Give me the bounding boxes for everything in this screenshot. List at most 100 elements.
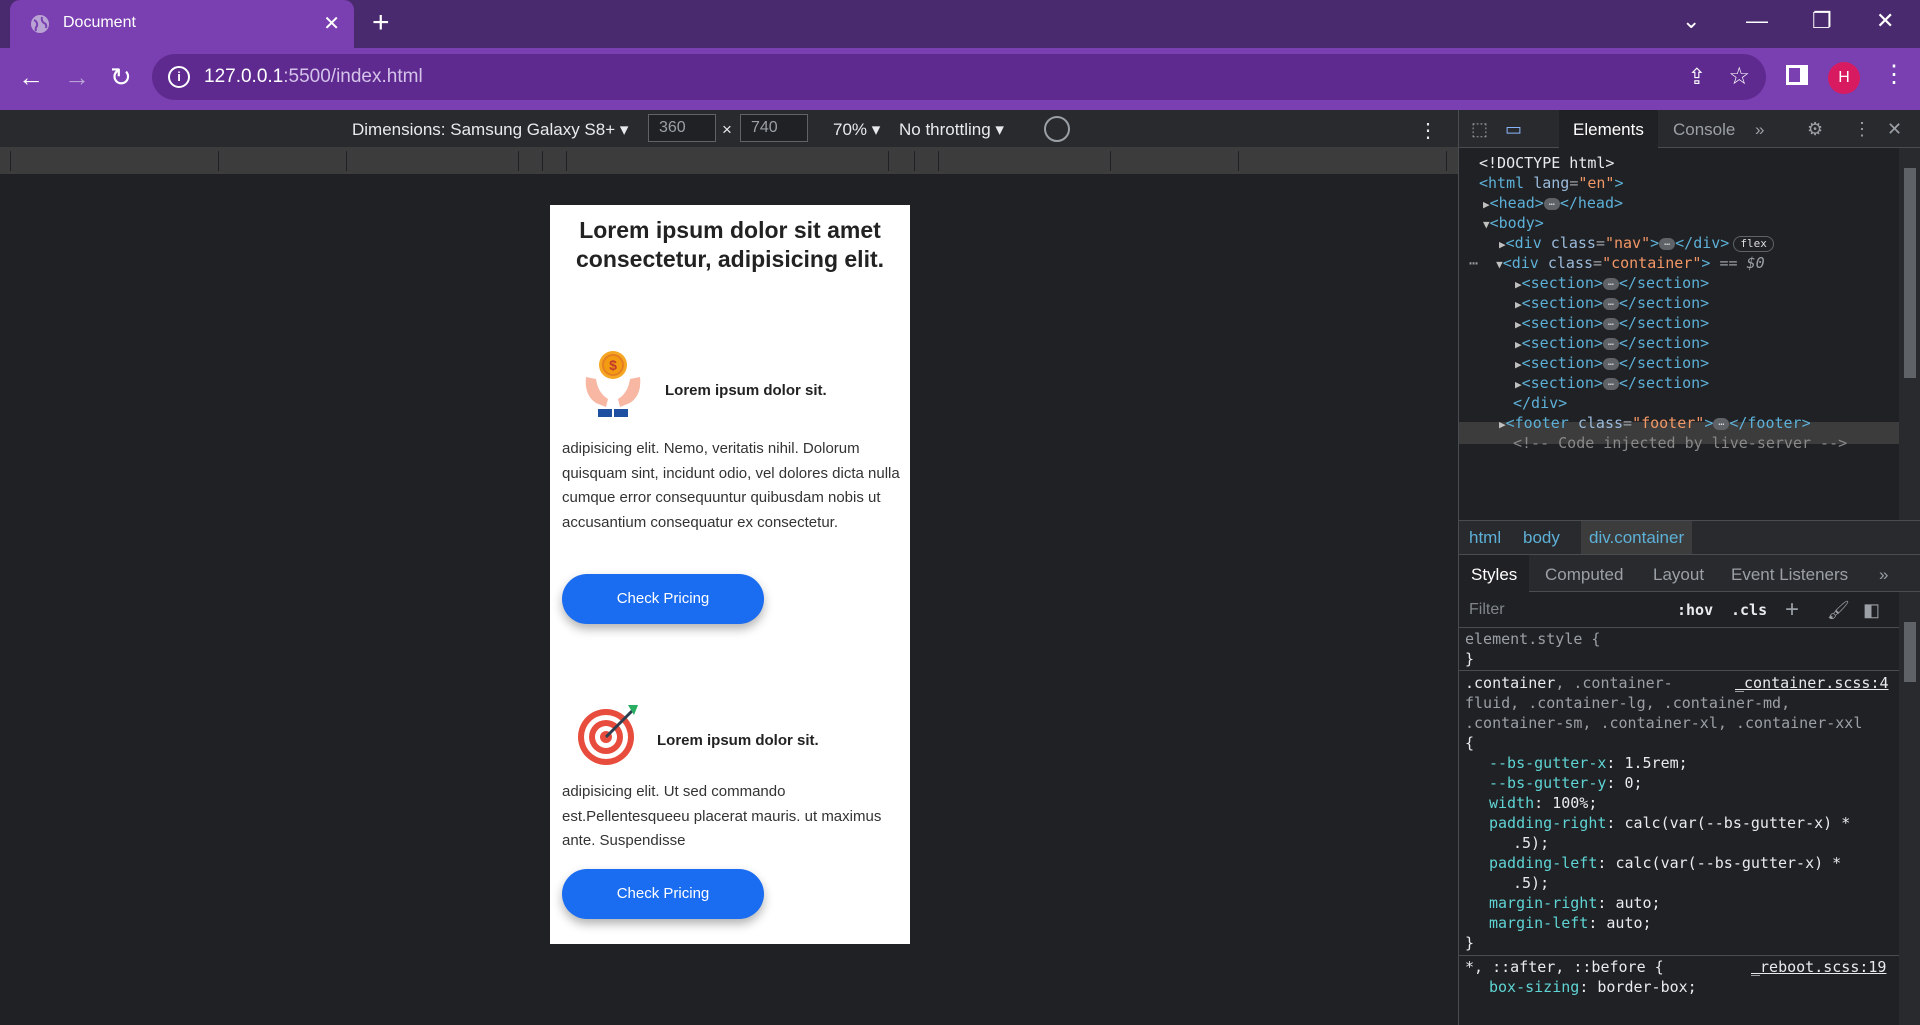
minimize-icon[interactable]: — <box>1746 8 1768 34</box>
throttling-select[interactable]: No throttling ▾ <box>899 120 1004 140</box>
feature-text: adipisicing elit. Ut sed commando est.Pe… <box>562 783 882 849</box>
tab-event-listeners[interactable]: Event Listeners <box>1731 565 1848 585</box>
styles-filter-bar: Filter :hov .cls + 🖌 ◧ <box>1459 592 1899 628</box>
dom-doctype[interactable]: <!DOCTYPE html> <box>1479 154 1614 172</box>
reboot-selector[interactable]: *, ::after, ::before { <box>1465 958 1664 976</box>
style-declaration[interactable]: padding-right: calc(var(--bs-gutter-x) * <box>1489 814 1850 832</box>
site-info-icon[interactable]: i <box>168 66 190 88</box>
styles-scrollbar[interactable] <box>1899 592 1920 1025</box>
dom-section[interactable]: ▶<section>… </section> <box>1515 374 1709 392</box>
tab-console[interactable]: Console <box>1673 120 1735 140</box>
device-toggle-icon[interactable]: ▭ <box>1505 119 1522 140</box>
dom-section[interactable]: ▶<section>… </section> <box>1515 334 1709 352</box>
address-bar[interactable]: i 127.0.0.1:5500/index.html ⇪ ☆ <box>152 54 1766 100</box>
settings-gear-icon[interactable]: ⚙ <box>1807 119 1823 140</box>
device-toolbar: Dimensions: Samsung Galaxy S8+ ▾ 360 × 7… <box>0 110 1458 148</box>
media-query-ruler[interactable] <box>0 148 1458 174</box>
tab-computed[interactable]: Computed <box>1545 565 1623 585</box>
rule-close-brace: } <box>1465 934 1475 952</box>
browser-tab[interactable]: Document ✕ <box>10 0 354 48</box>
style-declaration[interactable]: --bs-gutter-x: 1.5rem; <box>1489 754 1688 772</box>
feature-title: Lorem ipsum dolor sit. <box>657 732 819 749</box>
tab-title: Document <box>63 14 136 31</box>
devtools-menu-icon[interactable]: ⋮ <box>1853 119 1871 140</box>
device-dimensions-select[interactable]: Dimensions: Samsung Galaxy S8+ ▾ <box>352 120 628 140</box>
reboot-source-link[interactable]: _reboot.scss:19 <box>1751 958 1886 976</box>
style-declaration[interactable]: box-sizing: border-box; <box>1489 978 1697 996</box>
dom-body[interactable]: ▼<body> <box>1483 214 1544 232</box>
dom-section[interactable]: ▶<section>… </section> <box>1515 354 1709 372</box>
device-width-input[interactable]: 360 <box>648 114 716 142</box>
rule-open-brace: { <box>1465 734 1475 752</box>
style-declaration[interactable]: margin-left: auto; <box>1489 914 1652 932</box>
breadcrumb-body[interactable]: body <box>1523 528 1560 548</box>
emulated-page: Lorem ipsum dolor sit amet consectetur, … <box>550 205 910 944</box>
style-declaration[interactable]: width: 100%; <box>1489 794 1597 812</box>
dom-div-close[interactable]: </div> <box>1513 394 1567 412</box>
dom-section[interactable]: ▶<section>… </section> <box>1515 274 1709 292</box>
window-close-icon[interactable]: ✕ <box>1876 8 1894 34</box>
device-height-input[interactable]: 740 <box>740 114 808 142</box>
page-heading: Lorem ipsum dolor sit amet consectetur, … <box>575 217 885 272</box>
styles-filter-input[interactable]: Filter <box>1469 601 1505 619</box>
globe-icon <box>31 15 49 33</box>
breadcrumb-html[interactable]: html <box>1469 528 1501 548</box>
check-pricing-button[interactable]: Check Pricing <box>562 869 764 919</box>
share-icon[interactable]: ⇪ <box>1688 64 1706 90</box>
dom-footer[interactable]: ▶<footer class="footer">… </footer> <box>1499 414 1811 432</box>
more-tabs-icon[interactable]: » <box>1755 120 1764 140</box>
style-declaration[interactable]: margin-right: auto; <box>1489 894 1661 912</box>
container-source-link[interactable]: _container.scss:4 <box>1735 674 1889 692</box>
zoom-select[interactable]: 70% ▾ <box>833 120 880 140</box>
breadcrumb-div-container[interactable]: div.container <box>1581 521 1693 555</box>
feature-text: adipisicing elit. Nemo, veritatis nihil.… <box>562 440 900 531</box>
reload-icon[interactable]: ↻ <box>110 62 132 92</box>
tab-elements[interactable]: Elements <box>1559 110 1658 148</box>
new-style-rule-icon[interactable]: + <box>1785 596 1799 624</box>
bookmark-star-icon[interactable]: ☆ <box>1728 62 1750 91</box>
tab-strip: Document ✕ + ⌄ — ❐ ✕ <box>0 0 1920 48</box>
rotate-icon[interactable] <box>1044 116 1070 142</box>
close-tab-icon[interactable]: ✕ <box>323 11 340 36</box>
check-pricing-button[interactable]: Check Pricing <box>562 574 764 624</box>
container-selector[interactable]: .container, .container- <box>1465 674 1673 692</box>
styles-pane[interactable]: element.style { } .container, .container… <box>1459 628 1899 1025</box>
side-panel-icon[interactable] <box>1786 65 1808 85</box>
browser-menu-icon[interactable]: ⋮ <box>1882 60 1906 89</box>
dom-nav[interactable]: ▶<div class="nav">… </div> flex <box>1499 234 1774 252</box>
dom-section[interactable]: ▶<section>… </section> <box>1515 294 1709 312</box>
dom-container[interactable]: ⋯ ▼<div class="container"> == $0 <box>1469 254 1765 272</box>
profile-avatar[interactable]: H <box>1828 62 1860 94</box>
dom-section[interactable]: ▶<section>… </section> <box>1515 314 1709 332</box>
style-declaration-cont: .5); <box>1513 874 1550 892</box>
dom-head[interactable]: ▶<head>… </head> <box>1483 194 1623 212</box>
breadcrumb: html body div.container <box>1459 520 1920 555</box>
new-tab-button[interactable]: + <box>372 8 390 38</box>
styles-tabbar: Styles Computed Layout Event Listeners » <box>1459 554 1920 593</box>
paint-brush-icon[interactable]: 🖌 <box>1827 600 1850 621</box>
hov-toggle[interactable]: :hov <box>1677 601 1713 619</box>
dom-tree[interactable]: <!DOCTYPE html> <html lang="en"> ▶<head>… <box>1459 148 1899 520</box>
container-selector-cont: .container-sm, .container-xl, .container… <box>1465 714 1863 732</box>
tab-styles[interactable]: Styles <box>1459 555 1530 593</box>
style-declaration[interactable]: padding-left: calc(var(--bs-gutter-x) * <box>1489 854 1841 872</box>
element-style-rule[interactable]: element.style { <box>1465 630 1600 648</box>
device-more-icon[interactable]: ⋮ <box>1418 118 1438 143</box>
browser-toolbar: ← → ↻ i 127.0.0.1:5500/index.html ⇪ ☆ H … <box>0 48 1920 110</box>
style-declaration[interactable]: --bs-gutter-y: 0; <box>1489 774 1643 792</box>
dom-html[interactable]: <html lang="en"> <box>1479 174 1624 192</box>
dom-comment[interactable]: <!-- Code injected by live-server --> <box>1513 434 1847 452</box>
inspect-element-icon[interactable]: ⬚ <box>1471 119 1488 140</box>
dom-scrollbar[interactable] <box>1899 148 1920 520</box>
container-selector-cont: fluid, .container-lg, .container-md, <box>1465 694 1791 712</box>
tab-layout[interactable]: Layout <box>1653 565 1704 585</box>
sidebar-toggle-icon[interactable]: ◧ <box>1863 600 1880 621</box>
forward-icon[interactable]: → <box>64 62 90 92</box>
restore-icon[interactable]: ❐ <box>1812 8 1832 34</box>
url-text: 127.0.0.1:5500/index.html <box>204 66 423 87</box>
tab-search-icon[interactable]: ⌄ <box>1682 8 1700 34</box>
more-subtabs-icon[interactable]: » <box>1879 565 1888 585</box>
cls-toggle[interactable]: .cls <box>1731 601 1767 619</box>
back-icon[interactable]: ← <box>18 62 44 92</box>
close-devtools-icon[interactable]: ✕ <box>1887 119 1902 140</box>
